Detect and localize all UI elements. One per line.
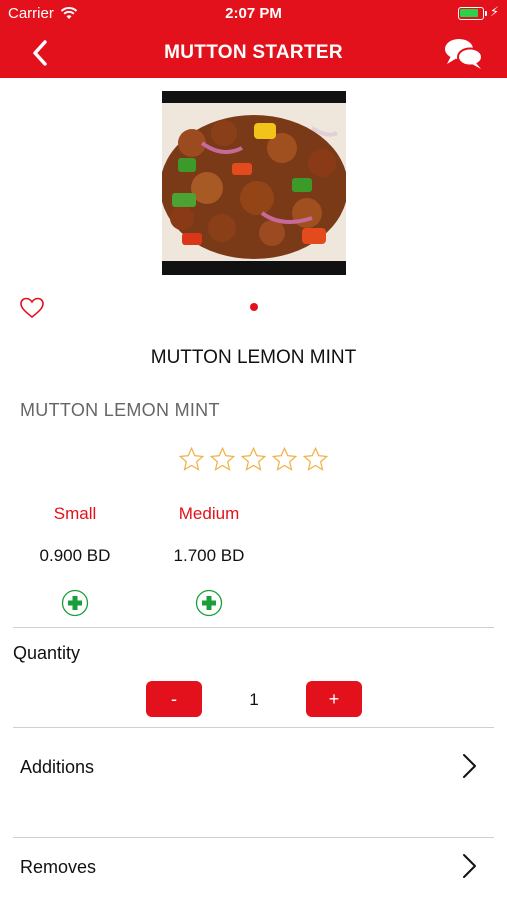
quantity-decrement-button[interactable]: - (146, 681, 202, 717)
product-description: MUTTON LEMON MINT (20, 400, 220, 420)
star-4-icon[interactable] (271, 446, 298, 473)
battery-icon (458, 7, 487, 20)
divider (13, 837, 494, 838)
carousel-page-indicator (250, 303, 258, 311)
charging-icon: ⚡ (490, 4, 500, 19)
price-small: 0.900 BD (39, 546, 111, 565)
page-title: MUTTON STARTER (164, 42, 343, 63)
star-5-icon[interactable] (302, 446, 329, 473)
divider (13, 627, 494, 628)
rating-stars[interactable] (178, 446, 330, 476)
status-time: 2:07 PM (225, 5, 282, 22)
size-label-small: Small (53, 504, 97, 523)
status-bar: Carrier 2:07 PM ⚡ (0, 0, 507, 28)
star-1-icon[interactable] (178, 446, 205, 473)
removes-label[interactable]: Removes (20, 857, 96, 878)
add-small-button[interactable] (61, 589, 89, 617)
quantity-value: 1 (249, 690, 259, 709)
chevron-right-icon[interactable] (458, 752, 480, 780)
product-image (162, 91, 346, 275)
additions-label[interactable]: Additions (20, 757, 94, 778)
top-bar: Carrier 2:07 PM ⚡ MUTTON STARTER (0, 0, 507, 78)
star-3-icon[interactable] (240, 446, 267, 473)
price-medium: 1.700 BD (173, 546, 245, 565)
add-medium-button[interactable] (195, 589, 223, 617)
quantity-label: Quantity (13, 643, 81, 663)
quantity-increment-button[interactable]: + (306, 681, 362, 717)
star-2-icon[interactable] (209, 446, 236, 473)
favorite-heart-icon[interactable] (19, 296, 45, 320)
product-title: MUTTON LEMON MINT (150, 347, 357, 368)
food-illustration (162, 103, 346, 261)
chat-icon[interactable] (443, 36, 485, 72)
size-label-medium: Medium (178, 504, 240, 523)
chevron-right-icon[interactable] (458, 852, 480, 880)
divider (13, 727, 494, 728)
